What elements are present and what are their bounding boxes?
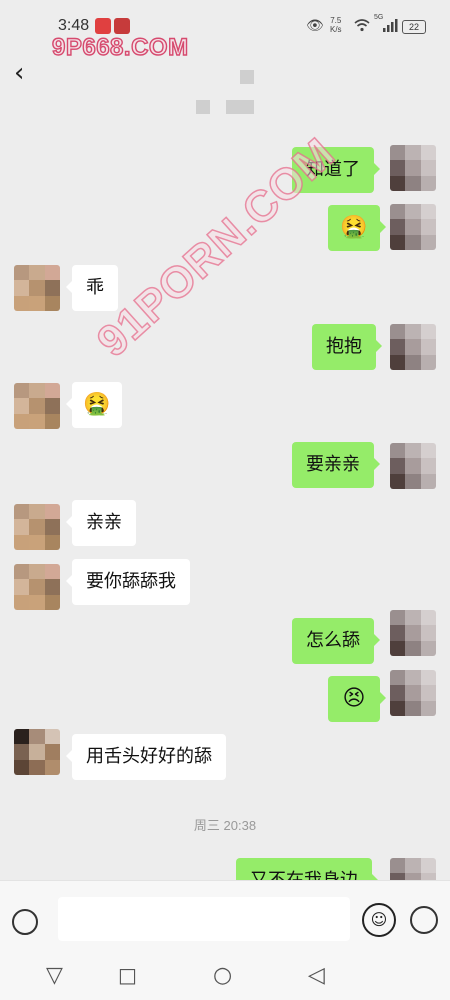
avatar[interactable] <box>14 504 60 550</box>
message-bubble-out[interactable]: 知道了 <box>292 147 380 193</box>
notification-icon <box>95 18 111 34</box>
nav-recent-button[interactable]: □ <box>118 963 137 987</box>
avatar[interactable] <box>390 670 436 716</box>
message-bubble-in[interactable]: 乖 <box>66 265 118 311</box>
message-bubble-in[interactable]: 亲亲 <box>66 500 136 546</box>
signal-icon <box>382 18 398 36</box>
nav-home-button[interactable]: ○ <box>213 963 232 988</box>
nav-back-button[interactable]: ▽ <box>46 963 63 988</box>
avatar[interactable] <box>390 610 436 656</box>
avatar[interactable] <box>14 383 60 429</box>
emoji-icon[interactable]: ☺ <box>362 903 396 937</box>
chevron-left-icon[interactable]: ‹ <box>14 58 24 88</box>
message-bubble-in[interactable]: 要你舔舔我 <box>66 559 190 605</box>
system-nav-bar: ▽ □ ○ ◁ <box>0 955 450 1000</box>
wifi-icon <box>354 18 370 36</box>
avatar[interactable] <box>390 145 436 191</box>
plus-icon[interactable] <box>410 906 438 934</box>
message-bubble-out[interactable]: 要亲亲 <box>292 442 380 488</box>
watermark-top: 9P668.COM <box>51 33 189 61</box>
network-speed: 7.5 K/s <box>330 16 342 34</box>
avatar[interactable] <box>390 324 436 370</box>
message-bubble-out[interactable]: 抱抱 <box>312 324 382 370</box>
voice-icon[interactable] <box>12 909 38 935</box>
message-input[interactable] <box>58 897 350 941</box>
contact-name-pixelated <box>240 70 254 84</box>
message-bubble-out[interactable]: 🤮 <box>328 205 386 251</box>
nav-overview-button[interactable]: ◁ <box>308 963 325 988</box>
notification-icon <box>114 18 130 34</box>
avatar[interactable] <box>14 729 60 775</box>
avatar[interactable] <box>14 564 60 610</box>
avatar[interactable] <box>390 443 436 489</box>
avatar[interactable] <box>390 204 436 250</box>
message-bubble-out[interactable]: 😣 <box>328 676 386 722</box>
message-bubble-in[interactable]: 用舌头好好的舔 <box>66 734 226 780</box>
message-bubble-out[interactable]: 怎么舔 <box>292 618 380 664</box>
contact-name-pixelated <box>226 100 254 114</box>
chat-timestamp: 周三 20:38 <box>193 818 257 833</box>
status-time: 3:48 <box>58 17 90 34</box>
input-bar: ☺ <box>0 880 450 956</box>
message-bubble-in[interactable]: 🤮 <box>66 382 122 428</box>
eye-icon: 👁 <box>306 18 324 34</box>
contact-name-pixelated <box>196 100 210 114</box>
battery-indicator: 22 <box>402 20 426 34</box>
avatar[interactable] <box>14 265 60 311</box>
